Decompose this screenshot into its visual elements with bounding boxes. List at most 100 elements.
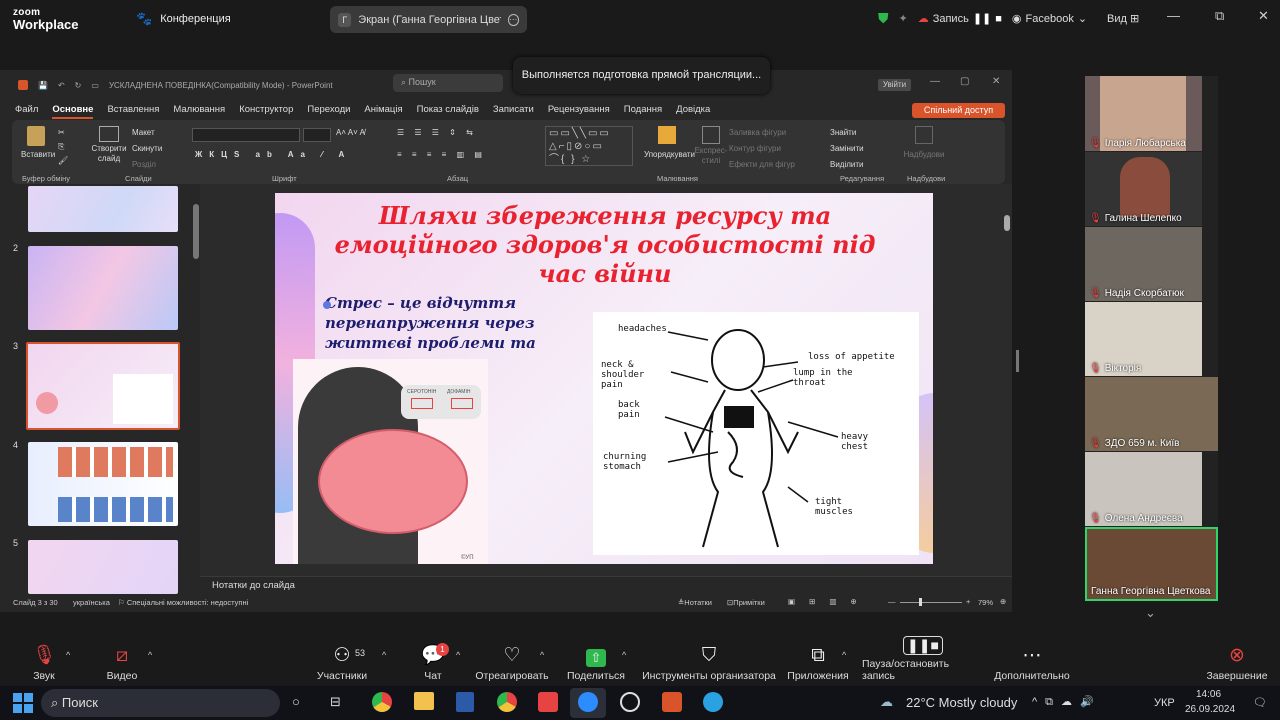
task-view-icon[interactable]: ○ bbox=[292, 694, 300, 709]
participants-chevron-icon[interactable]: ^ bbox=[382, 650, 386, 660]
apps-button[interactable]: ⧉ Приложения bbox=[786, 637, 850, 685]
more-button[interactable]: ⋯ Дополнительно bbox=[992, 637, 1072, 685]
video-button[interactable]: ⧄ Видео bbox=[104, 637, 140, 685]
alignment-buttons[interactable]: ≡ ≡ ≡ ≡ ▥ ▤ bbox=[397, 150, 486, 159]
slide-thumbnail-5[interactable] bbox=[28, 540, 178, 594]
language-status[interactable]: українська bbox=[73, 598, 110, 607]
zoom-in-icon[interactable]: + bbox=[966, 597, 970, 606]
share-screen-button[interactable]: ⇧ Поделиться bbox=[566, 637, 626, 685]
ribbon-tab[interactable]: Рецензування bbox=[548, 101, 610, 119]
slide-scrollbar[interactable] bbox=[1004, 215, 1010, 231]
zoom-out-icon[interactable]: — bbox=[888, 597, 896, 606]
paragraph-buttons[interactable]: ☰ ☰ ☰ ⇕ ⇆ bbox=[397, 128, 477, 137]
clock-time[interactable]: 14:06 bbox=[1196, 689, 1221, 700]
pause-record-icon[interactable]: ❚❚ bbox=[973, 12, 991, 25]
main-slide[interactable]: Шляхи збереження ресурсу та емоційного з… bbox=[275, 193, 933, 564]
gallery-scroll-down-icon[interactable]: ⌄ bbox=[1145, 605, 1156, 621]
font-family-select[interactable] bbox=[192, 128, 300, 142]
pp-minimize-icon[interactable]: — bbox=[930, 76, 940, 87]
close-icon[interactable]: ✕ bbox=[1258, 8, 1269, 24]
chrome-profile-icon[interactable] bbox=[497, 692, 517, 712]
ribbon-tab[interactable]: Подання bbox=[624, 101, 662, 119]
pp-search-input[interactable]: ⌕ Пошук bbox=[393, 74, 503, 92]
zoom-level[interactable]: 79% bbox=[978, 598, 993, 607]
ribbon-tab[interactable]: Анімація bbox=[364, 101, 402, 119]
comments-toggle[interactable]: ⊡Примітки bbox=[727, 598, 765, 607]
slide-thumbnail-2[interactable] bbox=[28, 246, 178, 330]
slide-thumbnail-4[interactable] bbox=[28, 442, 178, 526]
participant-tile[interactable]: 🎙 Іларія Любарська bbox=[1085, 76, 1202, 151]
host-tools-button[interactable]: ⛉ Инструменты организатора bbox=[642, 637, 776, 685]
powerpoint-taskbar-icon[interactable] bbox=[662, 692, 682, 712]
participants-button[interactable]: ⚇ Участники bbox=[314, 637, 370, 685]
chat-chevron-icon[interactable]: ^ bbox=[456, 650, 460, 660]
paste-button[interactable]: Вставити bbox=[21, 126, 55, 159]
shield-check-icon[interactable]: ⛊ bbox=[878, 10, 889, 27]
shape-outline-button[interactable]: Контур фігури bbox=[729, 141, 795, 157]
participant-tile[interactable]: 🎙 Галина Шелепко bbox=[1085, 152, 1202, 226]
thumbs-scrollbar[interactable] bbox=[193, 204, 199, 259]
end-meeting-button[interactable]: ⊗ Завершение bbox=[1206, 637, 1268, 685]
apps-chevron-icon[interactable]: ^ bbox=[842, 650, 846, 660]
pp-restore-icon[interactable]: ▢ bbox=[960, 76, 969, 87]
replace-button[interactable]: Замінити bbox=[830, 141, 864, 157]
sparkle-icon[interactable]: ✦ bbox=[899, 12, 908, 25]
reset-button[interactable]: Скинути bbox=[132, 141, 162, 157]
word-icon[interactable] bbox=[456, 692, 474, 712]
react-button[interactable]: ♡ Отреагировать bbox=[475, 637, 548, 685]
pp-close-icon[interactable]: ✕ bbox=[992, 76, 1000, 87]
stop-record-icon[interactable]: ■ bbox=[995, 13, 1002, 25]
ribbon-tab[interactable]: Довідка bbox=[676, 101, 710, 119]
windows-start-icon[interactable] bbox=[13, 693, 33, 713]
widgets-icon[interactable]: ⊟ bbox=[330, 694, 341, 710]
split-handle[interactable] bbox=[1016, 350, 1019, 372]
ribbon-tab[interactable]: Вставлення bbox=[107, 101, 159, 119]
save-icon[interactable]: 💾 bbox=[38, 81, 48, 90]
ribbon-tab[interactable]: Записати bbox=[493, 101, 534, 119]
ribbon-tab[interactable]: Переходи bbox=[307, 101, 350, 119]
ribbon-tab[interactable]: Показ слайдів bbox=[417, 101, 479, 119]
share-button[interactable]: Спільний доступ bbox=[912, 103, 1005, 118]
layout-button[interactable]: Макет bbox=[132, 125, 162, 141]
weather-text[interactable]: 22°C Mostly cloudy bbox=[906, 695, 1017, 710]
video-options-chevron-icon[interactable]: ^ bbox=[148, 650, 152, 660]
font-style-buttons[interactable]: ЖКЦS ab Aa ⁄ A bbox=[195, 150, 351, 159]
notification-icon[interactable]: 🗨 bbox=[1253, 696, 1267, 709]
ribbon-tab[interactable]: Конструктор bbox=[239, 101, 293, 119]
section-button[interactable]: Розділ bbox=[132, 157, 162, 173]
select-button[interactable]: Виділити bbox=[830, 157, 864, 173]
ribbon-tab[interactable]: Малювання bbox=[173, 101, 225, 119]
audio-button[interactable]: 🎙 Звук bbox=[28, 637, 60, 685]
shape-effects-button[interactable]: Ефекти для фігур bbox=[729, 157, 795, 173]
react-chevron-icon[interactable]: ^ bbox=[540, 650, 544, 660]
notes-toggle[interactable]: ≜Нотатки bbox=[678, 598, 712, 607]
ribbon-tab[interactable]: Файл bbox=[15, 101, 38, 119]
addins-button[interactable]: Надбудови bbox=[902, 126, 946, 159]
redo-icon[interactable]: ↻ bbox=[75, 81, 82, 90]
record-status[interactable]: ☁ Запись ❚❚ ■ bbox=[918, 12, 1002, 26]
tray-icons[interactable]: ^⧉☁🔊 bbox=[1032, 695, 1102, 709]
zoom-slider-thumb[interactable] bbox=[919, 598, 922, 606]
clipboard-tools[interactable]: ✂ ⎘ 🖌 bbox=[58, 126, 68, 168]
slide-thumbnail-3-selected[interactable] bbox=[26, 342, 180, 430]
present-icon[interactable]: ▭ bbox=[91, 81, 99, 90]
zoom-slider[interactable] bbox=[900, 602, 962, 603]
media-player-icon[interactable] bbox=[620, 692, 640, 712]
arrange-button[interactable]: Упорядкувати bbox=[644, 126, 695, 159]
chrome-icon[interactable] bbox=[372, 692, 392, 712]
more-icon[interactable]: ··· bbox=[507, 13, 519, 26]
clock-date[interactable]: 26.09.2024 bbox=[1185, 704, 1235, 715]
participant-tile[interactable]: 🎙 ЗДО 659 м. Київ bbox=[1085, 377, 1218, 451]
shape-fill-button[interactable]: Заливка фігури bbox=[729, 125, 795, 141]
fit-slide-icon[interactable]: ⊕ bbox=[1000, 597, 1006, 606]
participant-tile-active-speaker[interactable]: Ганна Георгівна Цветкова bbox=[1085, 527, 1218, 601]
zoom-taskbar-active[interactable] bbox=[570, 688, 606, 718]
view-menu[interactable]: Вид ⊞ bbox=[1107, 12, 1139, 25]
quick-styles-button[interactable]: Експрес-стилі bbox=[692, 126, 730, 166]
screen-share-pill[interactable]: Г Экран (Ганна Георгівна Цветко ··· bbox=[330, 6, 527, 33]
restore-icon[interactable]: ⧉ bbox=[1215, 8, 1224, 24]
view-buttons[interactable]: ▣⊞▥⊕ bbox=[788, 597, 871, 606]
slide-thumbnail-1[interactable] bbox=[28, 186, 178, 232]
font-size-select[interactable] bbox=[303, 128, 331, 142]
shapes-gallery[interactable]: ▭▭╲╲▭▭ △⌐▯⊘○▭ ⌒{ } ☆ bbox=[545, 126, 633, 166]
